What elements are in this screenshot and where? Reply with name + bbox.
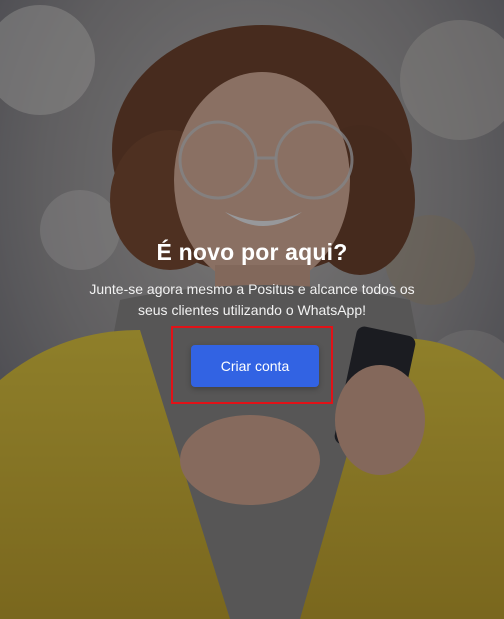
hero-content: É novo por aqui? Junte-se agora mesmo a … — [0, 236, 504, 321]
signup-hero: É novo por aqui? Junte-se agora mesmo a … — [0, 0, 504, 619]
create-account-button[interactable]: Criar conta — [191, 345, 319, 387]
hero-title: É novo por aqui? — [156, 239, 348, 265]
hero-subtitle: Junte-se agora mesmo a Positus e alcance… — [89, 281, 415, 318]
